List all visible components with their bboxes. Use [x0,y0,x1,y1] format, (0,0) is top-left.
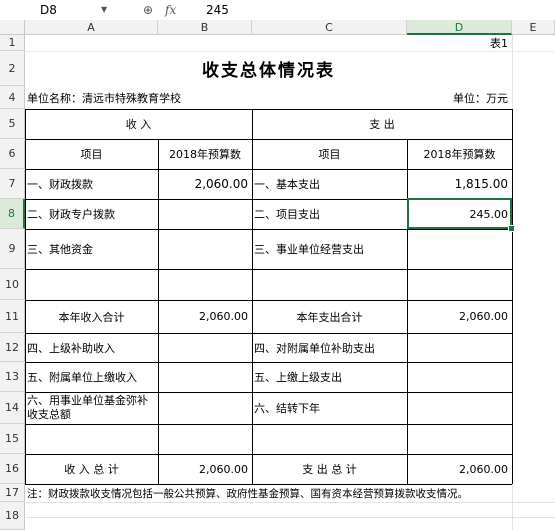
expense-item-value[interactable] [407,229,512,269]
select-all-corner[interactable] [0,20,25,35]
income-budget-column-header: 2018年预算数 [169,148,241,161]
expense-total-value[interactable]: 2,060.00 [407,454,512,484]
expense-header: 支 出 [369,118,395,131]
row-header[interactable]: 16 [0,454,25,484]
expense-item-label[interactable]: 五、上缴上级支出 [252,362,407,392]
column-header-e[interactable]: E [512,20,555,35]
row-header[interactable]: 5 [0,109,25,139]
unit-label: 单位：万元 [453,91,508,105]
row-header[interactable]: 1 [0,35,25,51]
row-header[interactable]: 8 [0,199,25,229]
income-item-value[interactable] [158,362,252,392]
row-header[interactable]: 12 [0,333,25,362]
row-header[interactable]: 7 [0,169,25,199]
income-item-value[interactable] [158,269,252,300]
expense-item-label[interactable] [252,269,407,300]
column-header-b[interactable]: B [158,20,252,35]
zoom-icon[interactable]: ⊕ [143,1,153,19]
expense-item-value[interactable] [407,362,512,392]
expense-budget-column-header: 2018年预算数 [423,148,496,161]
row-header[interactable]: 9 [0,229,25,269]
column-header-c[interactable]: C [252,20,407,35]
row-header[interactable]: 10 [0,269,25,300]
income-item-label[interactable]: 四、上级补助收入 [25,333,158,362]
formula-bar: D8 ▼ ⊕ fx 245 [0,0,555,21]
column-header-a[interactable]: A [25,20,158,35]
footnote[interactable]: 注：财政拨款收支情况包括一般公共预算、政府性基金预算、国有资本经营预算拨款收支情… [25,484,525,502]
income-item-value[interactable] [158,333,252,362]
expense-item-column-header: 项目 [318,148,341,161]
income-item-value[interactable] [158,229,252,269]
income-total-value[interactable]: 2,060.00 [158,454,252,484]
page-title: 收支总体情况表 [202,61,335,81]
income-item-label[interactable]: 三、其他资金 [25,229,158,269]
income-total-label[interactable]: 收 入 总 计 [25,454,158,484]
expense-item-label[interactable]: 四、对附属单位补助支出 [252,333,407,362]
expense-item-label[interactable]: 三、事业单位经营支出 [252,229,407,269]
income-item-value[interactable] [158,392,252,424]
row-header[interactable]: 15 [0,424,25,454]
income-subtotal-label[interactable]: 本年收入合计 [25,300,158,333]
fill-handle[interactable] [508,225,515,232]
formula-input[interactable]: 245 [206,1,229,19]
income-item-label[interactable] [25,424,158,454]
row-header[interactable]: 4 [0,86,25,109]
income-item-value[interactable] [158,199,252,229]
income-item-label[interactable]: 六、用事业单位基金弥补收支总额 [25,392,158,424]
row-header[interactable]: 14 [0,392,25,424]
expense-item-label[interactable]: 二、项目支出 [252,199,407,229]
expense-item-label[interactable]: 六、结转下年 [252,392,407,424]
expense-item-value[interactable] [407,424,512,454]
name-box-value: D8 [40,3,57,17]
income-item-value[interactable] [158,424,252,454]
expense-item-value[interactable] [407,392,512,424]
unit-name: 单位名称：清远市特殊教育学校 [27,91,181,105]
row-header[interactable]: 18 [0,502,25,530]
table-number: 表1 [490,37,508,50]
income-item-label[interactable]: 五、附属单位上缴收入 [25,362,158,392]
row-header[interactable]: 17 [0,484,25,502]
name-box[interactable]: D8 ▼ [0,1,110,19]
income-item-value[interactable]: 2,060.00 [158,169,252,199]
expense-item-label[interactable]: 一、基本支出 [252,169,407,199]
income-subtotal-value[interactable]: 2,060.00 [158,300,252,333]
row-header[interactable]: 6 [0,139,25,169]
income-item-label[interactable]: 二、财政专户拨款 [25,199,158,229]
chevron-down-icon[interactable]: ▼ [101,1,107,19]
row-header[interactable]: 13 [0,362,25,392]
expense-item-value[interactable] [407,333,512,362]
expense-item-value[interactable]: 1,815.00 [407,169,512,199]
active-cell-border [407,198,512,229]
fx-icon[interactable]: fx [165,1,176,19]
income-item-label[interactable]: 一、财政拨款 [25,169,158,199]
expense-subtotal-value[interactable]: 2,060.00 [407,300,512,333]
column-header-d[interactable]: D [407,20,512,35]
row-header[interactable]: 11 [0,300,25,333]
expense-item-label[interactable] [252,424,407,454]
income-item-label[interactable] [25,269,158,300]
income-header: 收 入 [125,118,152,131]
income-item-column-header: 项目 [80,148,103,161]
expense-total-label[interactable]: 支 出 总 计 [252,454,407,484]
expense-subtotal-label[interactable]: 本年支出合计 [252,300,407,333]
expense-item-value[interactable] [407,269,512,300]
row-header[interactable]: 2 [0,51,25,86]
